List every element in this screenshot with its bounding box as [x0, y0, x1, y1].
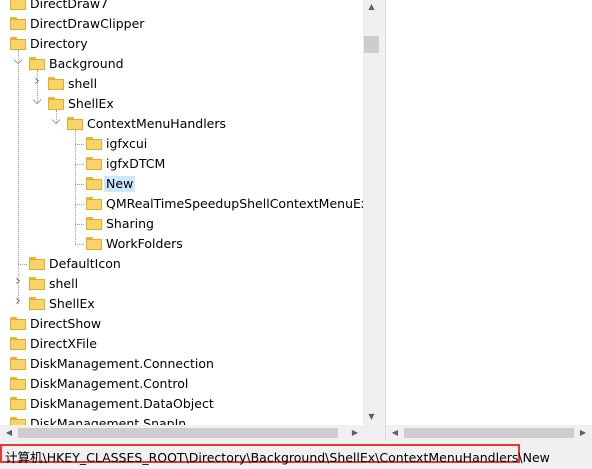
tree-item[interactable]: DirectShow	[0, 314, 363, 334]
tree-item-label: QMRealTimeSpeedupShellContextMenuExter	[106, 196, 380, 211]
folder-icon	[29, 257, 45, 270]
tree-item-label: DiskManagement.SnapIn	[30, 416, 187, 425]
values-horizontal-scroll-thumb[interactable]	[404, 428, 574, 438]
tree-connector-line	[75, 204, 84, 205]
tree-connector-line	[18, 264, 27, 265]
tree-item-label: ShellEx	[49, 296, 95, 311]
tree-item[interactable]: DiskManagement.Connection	[0, 354, 363, 374]
tree-item[interactable]: Sharing	[0, 214, 363, 234]
tree-item-label: Background	[49, 56, 124, 71]
tree-vertical-scroll-thumb[interactable]	[364, 36, 379, 53]
values-pane[interactable]	[386, 0, 592, 425]
tree-item[interactable]: ⌵ Background	[0, 54, 363, 74]
status-bar: 计算机\HKEY_CLASSES_ROOT\Directory\Backgrou…	[0, 441, 592, 469]
folder-icon	[10, 357, 26, 370]
tree-item-label: New	[104, 176, 136, 192]
tree-horizontal-scrollbar[interactable]: ◀ ▶	[0, 425, 380, 441]
tree-item-label: ShellEx	[68, 96, 114, 111]
tree-item[interactable]: DiskManagement.DataObject	[0, 394, 363, 414]
tree-item[interactable]: DefaultIcon	[0, 254, 363, 274]
tree-item[interactable]: › shell	[0, 74, 363, 94]
tree-vertical-scrollbar[interactable]: ▲ ▼	[363, 0, 380, 425]
folder-icon	[29, 57, 45, 70]
tree-item[interactable]: igfxcui	[0, 134, 363, 154]
tree-item-label: Sharing	[106, 216, 154, 231]
tree-item-label: DiskManagement.Connection	[30, 356, 214, 371]
values-horizontal-scrollbar[interactable]: ◀ ▶	[386, 425, 592, 441]
folder-icon	[10, 0, 26, 10]
tree-connector-line	[75, 224, 84, 225]
tree-item-label: DiskManagement.Control	[30, 376, 189, 391]
tree-item-label: shell	[68, 76, 98, 91]
scroll-left-arrow-icon[interactable]: ◀	[4, 428, 14, 438]
tree-connector-line	[75, 144, 84, 145]
tree-item-label: DirectXFile	[30, 336, 97, 351]
tree-item[interactable]: QMRealTimeSpeedupShellContextMenuExter	[0, 194, 380, 214]
folder-icon	[10, 417, 26, 425]
folder-icon	[10, 317, 26, 330]
tree-item-label: Directory	[30, 36, 88, 51]
folder-icon	[48, 97, 64, 110]
tree-connector-line	[75, 184, 84, 185]
registry-path-text: 计算机\HKEY_CLASSES_ROOT\Directory\Backgrou…	[5, 450, 550, 465]
registry-tree[interactable]: DirectDraw7 DirectDrawClipper Directory ⌵ Ba…	[0, 0, 380, 425]
tree-item[interactable]: › shell	[0, 274, 363, 294]
tree-item[interactable]: DirectDrawClipper	[0, 14, 363, 34]
tree-item-label: DirectDraw7	[30, 0, 109, 11]
tree-item[interactable]: New	[0, 174, 363, 194]
tree-connector-line	[56, 110, 57, 124]
tree-connector-line	[75, 164, 84, 165]
tree-connector-line	[18, 50, 19, 304]
folder-icon	[10, 337, 26, 350]
tree-item-label: ContextMenuHandlers	[87, 116, 227, 131]
folder-icon	[86, 157, 102, 170]
tree-item[interactable]: Directory	[0, 34, 363, 54]
scroll-right-arrow-icon[interactable]: ▶	[578, 428, 588, 438]
tree-item[interactable]: igfxDTCM	[0, 154, 363, 174]
tree-item[interactable]: DiskManagement.Control	[0, 374, 363, 394]
scroll-up-arrow-icon[interactable]: ▲	[366, 2, 377, 12]
tree-item-label: igfxDTCM	[106, 156, 166, 171]
tree-item-label: igfxcui	[106, 136, 148, 151]
tree-item-label: DirectShow	[30, 316, 102, 331]
folder-icon	[86, 177, 102, 190]
tree-item[interactable]: ⌵ ShellEx	[0, 94, 363, 114]
tree-item[interactable]: DirectDraw7	[0, 0, 363, 14]
tree-item[interactable]: DirectXFile	[0, 334, 363, 354]
scroll-right-arrow-icon[interactable]: ▶	[350, 428, 360, 438]
address-path-box[interactable]: 计算机\HKEY_CLASSES_ROOT\Directory\Backgrou…	[0, 444, 550, 465]
folder-icon	[86, 197, 102, 210]
tree-item[interactable]: DiskManagement.SnapIn	[0, 414, 363, 425]
tree-connector-line	[75, 130, 76, 244]
tree-item-label: DefaultIcon	[49, 256, 121, 271]
folder-icon	[86, 217, 102, 230]
folder-icon	[67, 117, 83, 130]
tree-item-label: WorkFolders	[106, 236, 183, 251]
scroll-left-arrow-icon[interactable]: ◀	[390, 428, 400, 438]
folder-icon	[10, 377, 26, 390]
folder-icon	[86, 237, 102, 250]
folder-icon	[48, 77, 64, 90]
folder-icon	[29, 297, 45, 310]
tree-item[interactable]: WorkFolders	[0, 234, 363, 254]
folder-icon	[29, 277, 45, 290]
tree-item-label: DiskManagement.DataObject	[30, 396, 214, 411]
tree-connector-line	[37, 70, 38, 104]
tree-item-label: shell	[49, 276, 79, 291]
tree-item[interactable]: › ShellEx	[0, 294, 363, 314]
scroll-down-arrow-icon[interactable]: ▼	[366, 412, 377, 422]
tree-item-label: DirectDrawClipper	[30, 16, 145, 31]
folder-icon	[10, 37, 26, 50]
tree-item[interactable]: ⌵ ContextMenuHandlers	[0, 114, 363, 134]
tree-horizontal-scroll-thumb[interactable]	[18, 428, 338, 438]
folder-icon	[10, 397, 26, 410]
folder-icon	[10, 17, 26, 30]
folder-icon	[86, 137, 102, 150]
tree-connector-line	[75, 244, 84, 245]
